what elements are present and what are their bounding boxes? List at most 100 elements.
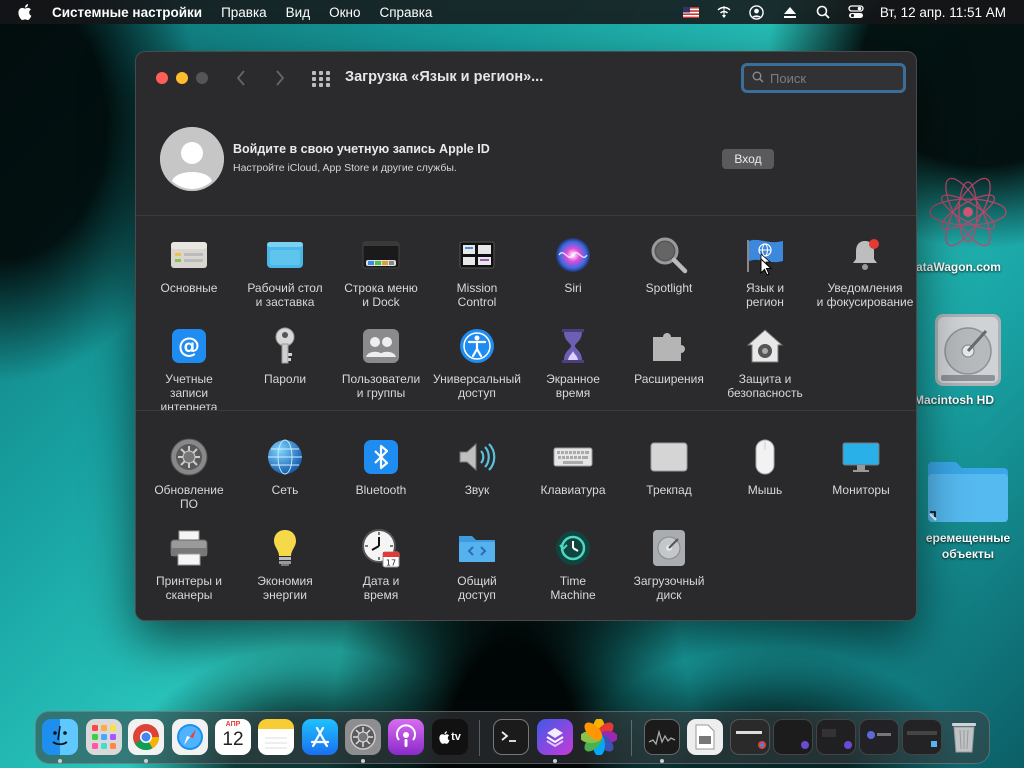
printers-icon [169,528,209,568]
software-update-icon [169,437,209,477]
dock-separator [479,720,480,756]
pane-notifications-label: Уведомления и фокусирование [816,281,914,309]
desktop-macintosh-hd[interactable]: Macintosh HD [912,311,1024,421]
bluetooth-icon [361,437,401,477]
pane-language-region-label: Язык и регион [745,281,785,309]
pane-date-time[interactable]: 17 Дата и время [333,528,429,602]
menu-clock[interactable]: Вт, 12 апр. 11:51 AM [880,5,1006,20]
pane-time-machine[interactable]: Time Machine [525,528,621,602]
pane-passwords[interactable]: Пароли [237,326,333,386]
pane-notifications[interactable]: Уведомления и фокусирование [813,235,916,309]
pane-desktop[interactable]: Рабочий стол и заставка [237,235,333,309]
pane-software-update[interactable]: Обновление ПО [141,437,237,511]
search-icon[interactable] [815,4,831,20]
pane-bluetooth-label: Bluetooth [355,483,407,497]
pane-mission-control[interactable]: Mission Control [429,235,525,309]
minimized-window-dark-3[interactable] [859,719,899,755]
pane-spotlight[interactable]: Spotlight [621,235,717,295]
minimize-window-button[interactable] [176,72,188,84]
preview-icon[interactable] [687,719,723,755]
startup-disk-icon [649,528,689,568]
pane-screen-time[interactable]: Экранное время [525,326,621,400]
pane-dock[interactable]: Строка меню и Dock [333,235,429,309]
desktop-macintosh-hd-label: Macintosh HD [914,393,995,407]
sound-icon [457,437,497,477]
minimized-window-dark-4[interactable] [902,719,942,755]
login-button[interactable]: Вход [722,149,774,169]
pane-startup-disk[interactable]: Загрузочный диск [621,528,717,602]
menu-view[interactable]: Вид [286,5,310,20]
apple-menu-icon[interactable] [18,4,34,20]
us-flag-icon[interactable] [682,4,699,20]
pane-keyboard[interactable]: Клавиатура [525,437,621,497]
pane-siri[interactable]: Siri [525,235,621,295]
pane-network[interactable]: Сеть [237,437,333,497]
general-icon [169,235,209,275]
safari-icon[interactable] [172,719,208,755]
apple-tv-icon[interactable]: tv [432,719,468,755]
pane-general-label: Основные [160,281,218,295]
photos-icon[interactable] [581,719,617,755]
pane-users-groups-label: Пользователи и группы [341,372,421,400]
pane-sharing[interactable]: Общий доступ [429,528,525,602]
pane-siri-label: Siri [564,281,582,295]
pane-trackpad[interactable]: Трекпад [621,437,717,497]
close-window-button[interactable] [156,72,168,84]
search-input[interactable] [770,70,890,86]
sharing-icon [457,528,497,568]
zoom-window-button[interactable] [196,72,208,84]
notes-icon[interactable] [258,719,294,755]
menu-window[interactable]: Окно [329,5,360,20]
user-icon[interactable] [749,4,765,20]
chrome-icon[interactable] [128,719,164,755]
menu-edit[interactable]: Правка [221,5,267,20]
pane-security[interactable]: Защита и безопасность [717,326,813,400]
pane-mouse[interactable]: Мышь [717,437,813,497]
pane-accessibility[interactable]: Универсальный доступ [429,326,525,400]
pane-software-update-label: Обновление ПО [154,483,224,511]
launchpad-icon[interactable] [86,719,122,755]
calendar-icon[interactable]: АПР 12 [215,719,251,755]
show-all-grid-icon[interactable] [312,71,330,87]
minimized-window-chrome[interactable] [730,719,770,755]
pane-general[interactable]: Основные [141,235,237,295]
pane-users-groups[interactable]: Пользователи и группы [333,326,429,400]
app-store-icon[interactable] [302,719,338,755]
dock: АПР 12 tv [35,711,990,764]
trash-icon[interactable] [946,719,982,755]
pane-energy-saver[interactable]: Экономия энергии [237,528,333,602]
shortcuts-icon[interactable] [537,719,573,755]
minimized-window-dark-2[interactable] [816,719,856,755]
desktop-datawagon-label: ataWagon.com [916,260,1001,274]
pane-displays[interactable]: Мониторы [813,437,909,497]
dock-icon [361,235,401,275]
control-center-icon[interactable] [848,4,864,20]
pane-internet-accounts[interactable]: @ Учетные записи интернета [141,326,237,414]
wifi-icon[interactable] [716,4,732,20]
search-field[interactable] [741,63,906,93]
pane-trackpad-label: Трекпад [646,483,692,497]
dock-separator-2 [631,720,632,756]
pane-bluetooth[interactable]: Bluetooth [333,437,429,497]
pane-extensions[interactable]: Расширения [621,326,717,386]
pane-sound[interactable]: Звук [429,437,525,497]
podcasts-icon[interactable] [388,719,424,755]
mouse-icon [745,437,785,477]
system-preferences-icon[interactable] [345,719,381,755]
atom-logo-icon [923,170,1013,254]
desktop-moved-items[interactable]: еремещенные объекты [912,452,1024,582]
terminal-icon[interactable] [493,719,529,755]
eject-icon[interactable] [782,4,798,20]
avatar[interactable] [160,127,224,191]
menu-help[interactable]: Справка [379,5,432,20]
menu-bar: Системные настройки Правка Вид Окно Спра… [0,0,1024,24]
menu-app-name[interactable]: Системные настройки [52,5,202,20]
pane-printers[interactable]: Принтеры и сканеры [141,528,237,602]
back-arrow-icon[interactable] [236,70,246,91]
desktop-datawagon[interactable]: ataWagon.com [912,170,1024,280]
finder-icon[interactable] [42,719,78,755]
minimized-window-dark-1[interactable] [773,719,813,755]
forward-arrow-icon[interactable] [275,70,285,91]
activity-monitor-icon[interactable] [644,719,680,755]
pane-mission-control-label: Mission Control [456,281,498,309]
